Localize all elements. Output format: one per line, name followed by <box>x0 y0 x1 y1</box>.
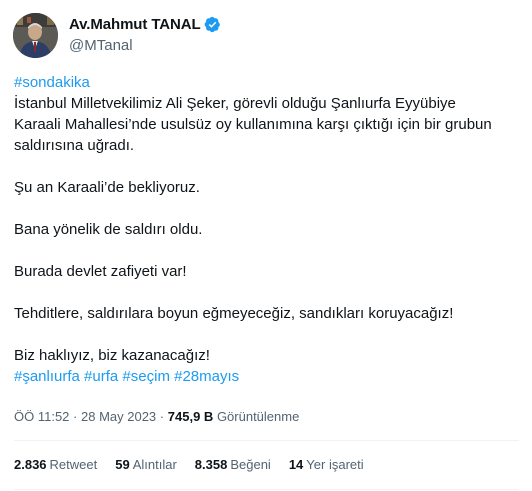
meta-separator: · <box>73 409 78 424</box>
meta-separator: · <box>159 409 165 424</box>
avatar[interactable] <box>13 12 58 58</box>
divider <box>14 440 519 441</box>
text-line: Karaali Mahallesi’nde usulsüz oy kullanı… <box>14 116 492 133</box>
verified-badge-icon[interactable] <box>204 16 221 33</box>
hashtag-row: #şanlıurfa #urfa #seçim #28mayıs <box>14 366 519 387</box>
bookmarks-count: 14 <box>288 456 304 472</box>
bookmarks-label: Yer işareti <box>306 456 364 472</box>
likes-count: 8.358 <box>194 456 228 472</box>
bookmarks-stat[interactable]: 14 Yer işareti <box>289 457 364 472</box>
quotes-label: Alıntılar <box>132 456 177 472</box>
display-name[interactable]: Av.Mahmut TANAL <box>69 16 201 33</box>
retweets-count: 2.836 <box>14 456 47 472</box>
author-names: Av.Mahmut TANAL @MTanal <box>69 15 221 56</box>
text-line: Biz haklıyız, biz kazanacağız! <box>14 347 210 364</box>
hashtag-link[interactable]: #seçim <box>122 368 170 385</box>
likes-label: Beğeni <box>230 456 271 472</box>
hashtag-link[interactable]: #28mayıs <box>174 368 239 385</box>
hashtag-link[interactable]: #sondakika <box>14 74 90 91</box>
likes-stat[interactable]: 8.358 Beğeni <box>195 457 271 472</box>
views-label: Görüntülenme <box>216 409 300 424</box>
text-line: Şu an Karaali’de bekliyoruz. <box>14 179 200 196</box>
handle[interactable]: @MTanal <box>69 36 221 56</box>
text-line: saldırısına uğradı. <box>14 137 135 154</box>
engagement-stats: 2.836 Retweet 59 Alıntılar 8.358 Beğeni 14 Y… <box>14 454 382 474</box>
text-line: Bana yönelik de saldırı oldu. <box>14 221 203 238</box>
divider <box>14 489 519 490</box>
tweet-text: #sondakika İstanbul Milletvekilimiz Ali … <box>14 72 519 387</box>
quotes-count: 59 <box>115 456 130 472</box>
views-count: 745,9 B <box>167 409 214 424</box>
retweets-stat[interactable]: 2.836 Retweet <box>14 457 97 472</box>
hashtag-link[interactable]: #şanlıurfa <box>14 368 80 385</box>
hashtag-link[interactable]: #urfa <box>84 368 118 385</box>
display-name-row: Av.Mahmut TANAL <box>69 15 221 35</box>
tweet-time[interactable]: ÖÖ 11:52 <box>14 409 69 424</box>
retweets-label: Retweet <box>49 456 98 472</box>
tweet-date[interactable]: 28 May 2023 <box>81 409 156 424</box>
text-line: Burada devlet zafiyeti var! <box>14 263 187 280</box>
quotes-stat[interactable]: 59 Alıntılar <box>115 457 177 472</box>
tweet-meta: ÖÖ 11:52 · 28 May 2023 · 745,9 B Görüntü… <box>14 407 299 427</box>
text-line: Tehditlere, saldırılara boyun eğmeyeceği… <box>14 305 454 322</box>
text-line: İstanbul Milletvekilimiz Ali Şeker, göre… <box>14 95 456 112</box>
tweet-header: Av.Mahmut TANAL @MTanal <box>13 12 221 58</box>
tweet: Av.Mahmut TANAL @MTanal #sondakika İstan… <box>0 0 532 491</box>
